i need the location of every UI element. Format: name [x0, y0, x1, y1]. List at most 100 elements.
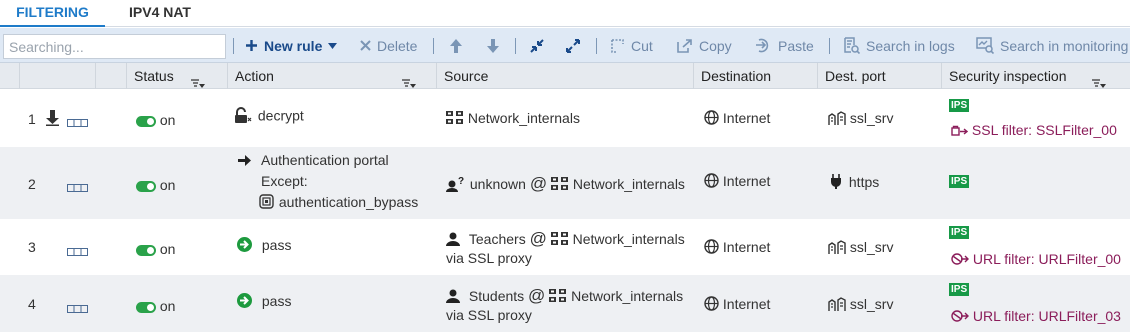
status-label: on: [159, 298, 176, 314]
delete-label: Delete: [377, 37, 418, 54]
collapse-icon: [530, 38, 544, 53]
status-toggle[interactable]: on: [136, 241, 175, 257]
ips-badge: IPS: [949, 283, 970, 296]
source-cell: Students @ Network_internals: [446, 286, 683, 306]
action-label: pass: [261, 293, 292, 309]
toggle-on-icon: [136, 115, 156, 127]
toggle-on-icon: [136, 244, 156, 256]
table-row[interactable]: 2 on Authentication portal Except: authe…: [0, 147, 1130, 219]
action-label: pass: [261, 237, 292, 253]
separator: [233, 38, 234, 54]
source-label: Network_internals: [572, 231, 685, 247]
header-dest-port[interactable]: Dest. port: [817, 63, 941, 89]
dest-port-cell: ssl_srv: [828, 239, 893, 257]
new-rule-button[interactable]: New rule: [245, 28, 338, 63]
copy-button[interactable]: Copy: [677, 28, 732, 63]
paste-button[interactable]: Paste: [755, 28, 814, 63]
copy-icon: [677, 38, 693, 53]
drag-handle-icon[interactable]: [67, 179, 88, 195]
action-label: decrypt: [257, 107, 304, 124]
drag-handle-icon[interactable]: [67, 300, 88, 316]
header-dest-port-label: Dest. port: [825, 68, 886, 84]
paste-icon: [755, 38, 772, 53]
header-destination-label: Destination: [701, 68, 772, 84]
cut-button[interactable]: Cut: [610, 28, 653, 63]
status-toggle[interactable]: on: [136, 298, 175, 314]
header-action-label: Action: [235, 68, 274, 84]
new-rule-label: New rule: [264, 37, 323, 54]
source-label: Network_internals: [467, 110, 580, 126]
service-group-icon: [828, 110, 846, 128]
move-up-button[interactable]: [450, 28, 462, 63]
status-toggle[interactable]: on: [136, 177, 175, 193]
url-filter-icon: [951, 252, 969, 268]
pass-icon: [237, 237, 252, 255]
globe-icon: [704, 239, 719, 257]
tab-ipv4-nat[interactable]: IPV4 NAT: [115, 0, 205, 27]
source-user-label: Teachers: [468, 231, 526, 247]
source-user-label: unknown: [469, 176, 526, 192]
table-row[interactable]: 4 on pass Students @ Network_internals v…: [0, 275, 1130, 332]
header-source-label: Source: [444, 68, 489, 84]
search-in-logs-button[interactable]: Search in logs: [843, 28, 955, 63]
delete-button[interactable]: Delete: [360, 28, 417, 63]
security-filter-cell[interactable]: URL filter: URLFilter_03: [951, 308, 1121, 325]
search-in-monitoring-button[interactable]: Search in monitoring: [976, 28, 1128, 63]
search-input[interactable]: [3, 34, 226, 59]
cut-icon: [610, 38, 625, 53]
destination-cell: Internet: [704, 239, 770, 257]
service-group-icon: [828, 239, 846, 257]
at-sign: @: [529, 174, 548, 193]
collapse-button[interactable]: [530, 28, 544, 63]
drag-handle-icon[interactable]: [67, 243, 88, 259]
dest-port-label: ssl_srv: [849, 296, 894, 312]
dest-port-cell: ssl_srv: [828, 110, 893, 128]
source-user-label: Students: [468, 288, 525, 304]
except-label: Except:: [261, 173, 308, 189]
except-value: authentication_bypass: [278, 194, 419, 211]
status-label: on: [159, 112, 176, 128]
network-group-icon: [549, 288, 567, 306]
source-cell: Network_internals: [446, 110, 580, 128]
unknown-user-icon: ?: [446, 176, 466, 195]
header-status[interactable]: Status: [126, 63, 227, 89]
action-label: Authentication portal: [261, 152, 389, 168]
globe-icon: [704, 296, 719, 314]
move-down-button[interactable]: [487, 28, 499, 63]
expand-button[interactable]: [566, 28, 580, 63]
ips-badge: IPS: [949, 226, 970, 239]
header-security-label: Security inspection: [949, 68, 1067, 84]
header-source[interactable]: Source: [436, 63, 693, 89]
header-blank: [95, 63, 126, 89]
destination-label: Internet: [722, 110, 771, 126]
cut-label: Cut: [631, 37, 653, 54]
tab-filtering[interactable]: FILTERING: [0, 0, 105, 27]
toolbar: New rule Delete Cut Copy Paste Search in…: [0, 28, 1130, 63]
ssl-decrypt-rule-icon: [46, 110, 59, 129]
destination-cell: Internet: [704, 173, 770, 191]
security-filter-cell[interactable]: SSL filter: SSLFilter_00: [951, 122, 1117, 139]
action-cell: decrypt: [234, 107, 304, 127]
row-number: 2: [28, 176, 36, 192]
at-sign: @: [529, 229, 547, 248]
chevron-down-icon: [328, 42, 338, 49]
header-security-inspection[interactable]: Security inspection: [941, 63, 1130, 89]
ips-badge: IPS: [949, 175, 970, 188]
status-toggle[interactable]: on: [136, 112, 175, 128]
drag-handle-icon[interactable]: [67, 114, 88, 130]
user-icon: [446, 232, 460, 249]
separator: [515, 38, 516, 54]
header-action[interactable]: Action: [227, 63, 436, 89]
log-search-icon: [843, 37, 860, 54]
security-filter-cell[interactable]: URL filter: URLFilter_00: [951, 251, 1121, 268]
destination-cell: Internet: [704, 296, 770, 314]
table-row[interactable]: 3 on pass Teachers @ Network_internals v…: [0, 219, 1130, 275]
close-icon: [360, 40, 371, 51]
header-destination[interactable]: Destination: [693, 63, 817, 89]
user-icon: [446, 289, 460, 306]
action-cell: pass: [237, 237, 291, 255]
table-row[interactable]: 1 on decrypt Network_internals Internet …: [0, 90, 1130, 147]
row-number: 3: [28, 239, 36, 255]
toggle-on-icon: [136, 301, 156, 313]
source-cell: ? unknown @ Network_internals: [446, 174, 685, 195]
